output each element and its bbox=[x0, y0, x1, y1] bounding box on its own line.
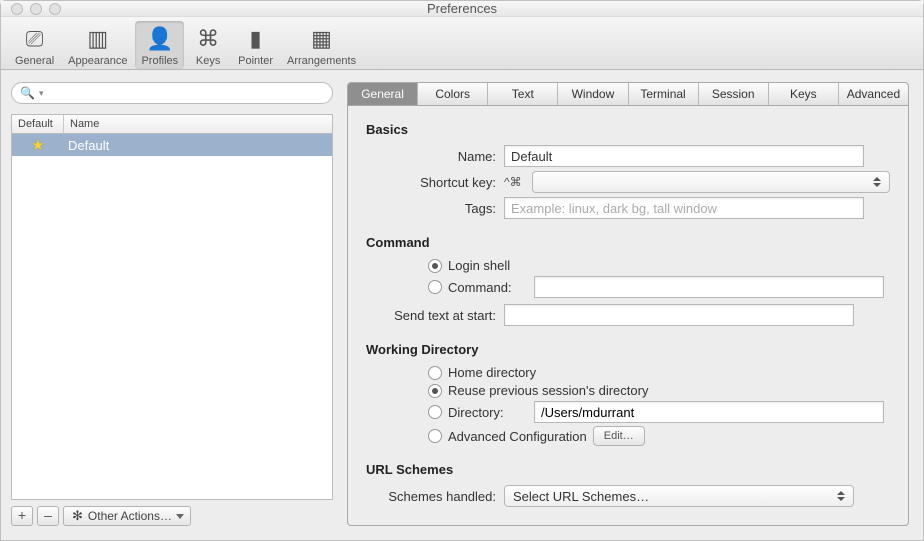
directory-label: Directory: bbox=[448, 405, 528, 420]
profiles-footer: + – ✻ Other Actions… bbox=[11, 506, 333, 526]
section-url-schemes: URL Schemes bbox=[366, 462, 890, 477]
section-command: Command bbox=[366, 235, 890, 250]
send-text-label: Send text at start: bbox=[366, 308, 496, 323]
profile-tabs: General Colors Text Window Terminal Sess… bbox=[347, 82, 909, 106]
toolbar-label: Pointer bbox=[238, 55, 273, 67]
shortcut-label: Shortcut key: bbox=[366, 175, 496, 190]
toolbar-label: General bbox=[15, 55, 54, 67]
section-working-directory: Working Directory bbox=[366, 342, 890, 357]
general-pane: Basics Name: Shortcut key: ^⌘ Tags: Com bbox=[347, 106, 909, 526]
reuse-directory-label: Reuse previous session's directory bbox=[448, 383, 648, 398]
command-label: Command: bbox=[448, 280, 528, 295]
tags-label: Tags: bbox=[366, 201, 496, 216]
toolbar-pointer[interactable]: ▮ Pointer bbox=[232, 21, 279, 69]
profile-detail: General Colors Text Window Terminal Sess… bbox=[347, 82, 909, 526]
login-shell-label: Login shell bbox=[448, 258, 510, 273]
tab-text[interactable]: Text bbox=[488, 83, 558, 105]
radio-icon bbox=[428, 366, 442, 380]
command-field[interactable] bbox=[534, 276, 884, 298]
name-field[interactable] bbox=[504, 145, 864, 167]
profiles-icon: 👤 bbox=[144, 23, 176, 55]
tab-session[interactable]: Session bbox=[699, 83, 769, 105]
toolbar-arrangements[interactable]: ▦ Arrangements bbox=[281, 21, 362, 69]
toolbar: ⎚ General ▥ Appearance 👤 Profiles ⌘ Keys… bbox=[1, 17, 923, 70]
send-text-field[interactable] bbox=[504, 304, 854, 326]
home-directory-label: Home directory bbox=[448, 365, 536, 380]
radio-icon bbox=[428, 429, 442, 443]
advanced-config-label: Advanced Configuration bbox=[448, 429, 587, 444]
schemes-label: Schemes handled: bbox=[366, 489, 496, 504]
appearance-icon: ▥ bbox=[82, 23, 114, 55]
profiles-sidebar: 🔍 ▾ Default Name ★ Default + – ✻ Other A… bbox=[11, 82, 333, 526]
radio-icon bbox=[428, 259, 442, 273]
name-label: Name: bbox=[366, 149, 496, 164]
directory-field[interactable] bbox=[534, 401, 884, 423]
other-actions-menu[interactable]: ✻ Other Actions… bbox=[63, 506, 191, 526]
list-item[interactable]: ★ Default bbox=[12, 134, 332, 156]
radio-custom-directory[interactable]: Directory: bbox=[428, 401, 890, 423]
schemes-select[interactable]: Select URL Schemes… bbox=[504, 485, 854, 507]
radio-login-shell[interactable]: Login shell bbox=[428, 258, 890, 273]
tab-advanced[interactable]: Advanced bbox=[839, 83, 908, 105]
tab-colors[interactable]: Colors bbox=[418, 83, 488, 105]
radio-home-directory[interactable]: Home directory bbox=[428, 365, 890, 380]
radio-icon bbox=[428, 405, 442, 419]
radio-icon bbox=[428, 384, 442, 398]
toolbar-general[interactable]: ⎚ General bbox=[9, 21, 60, 69]
toolbar-label: Profiles bbox=[141, 55, 178, 67]
radio-command[interactable]: Command: bbox=[428, 276, 890, 298]
preferences-window: Preferences ⎚ General ▥ Appearance 👤 Pro… bbox=[0, 0, 924, 541]
radio-icon bbox=[428, 280, 442, 294]
toolbar-profiles[interactable]: 👤 Profiles bbox=[135, 21, 184, 69]
radio-reuse-directory[interactable]: Reuse previous session's directory bbox=[428, 383, 890, 398]
tab-keys[interactable]: Keys bbox=[769, 83, 839, 105]
arrangements-icon: ▦ bbox=[306, 23, 338, 55]
shortcut-select[interactable] bbox=[532, 171, 890, 193]
schemes-value: Select URL Schemes… bbox=[513, 489, 649, 504]
toolbar-label: Arrangements bbox=[287, 55, 356, 67]
keys-icon: ⌘ bbox=[192, 23, 224, 55]
profiles-list-header: Default Name bbox=[11, 114, 333, 133]
col-name[interactable]: Name bbox=[64, 115, 332, 133]
content: 🔍 ▾ Default Name ★ Default + – ✻ Other A… bbox=[1, 70, 923, 540]
gear-icon: ✻ bbox=[72, 508, 83, 524]
tab-window[interactable]: Window bbox=[558, 83, 628, 105]
titlebar: Preferences bbox=[1, 1, 923, 17]
tab-general[interactable]: General bbox=[348, 83, 418, 105]
star-icon: ★ bbox=[12, 136, 64, 154]
shortcut-prefix: ^⌘ bbox=[504, 175, 524, 189]
pointer-icon: ▮ bbox=[240, 23, 272, 55]
search-icon: 🔍 bbox=[20, 86, 35, 100]
search-input[interactable]: 🔍 ▾ bbox=[11, 82, 333, 104]
toolbar-keys[interactable]: ⌘ Keys bbox=[186, 21, 230, 69]
tab-terminal[interactable]: Terminal bbox=[629, 83, 699, 105]
toolbar-appearance[interactable]: ▥ Appearance bbox=[62, 21, 133, 69]
toolbar-label: Appearance bbox=[68, 55, 127, 67]
radio-advanced-config[interactable]: Advanced Configuration Edit… bbox=[428, 426, 890, 446]
window-title: Preferences bbox=[1, 1, 923, 16]
section-basics: Basics bbox=[366, 122, 890, 137]
search-dropdown-icon[interactable]: ▾ bbox=[39, 88, 44, 99]
general-icon: ⎚ bbox=[19, 23, 51, 55]
edit-button[interactable]: Edit… bbox=[593, 426, 645, 446]
tags-field[interactable] bbox=[504, 197, 864, 219]
toolbar-label: Keys bbox=[196, 55, 220, 67]
profile-name: Default bbox=[64, 138, 332, 153]
add-profile-button[interactable]: + bbox=[11, 506, 33, 526]
col-default[interactable]: Default bbox=[12, 115, 64, 133]
profiles-list[interactable]: ★ Default bbox=[11, 133, 333, 500]
remove-profile-button[interactable]: – bbox=[37, 506, 59, 526]
other-actions-label: Other Actions… bbox=[88, 509, 172, 523]
